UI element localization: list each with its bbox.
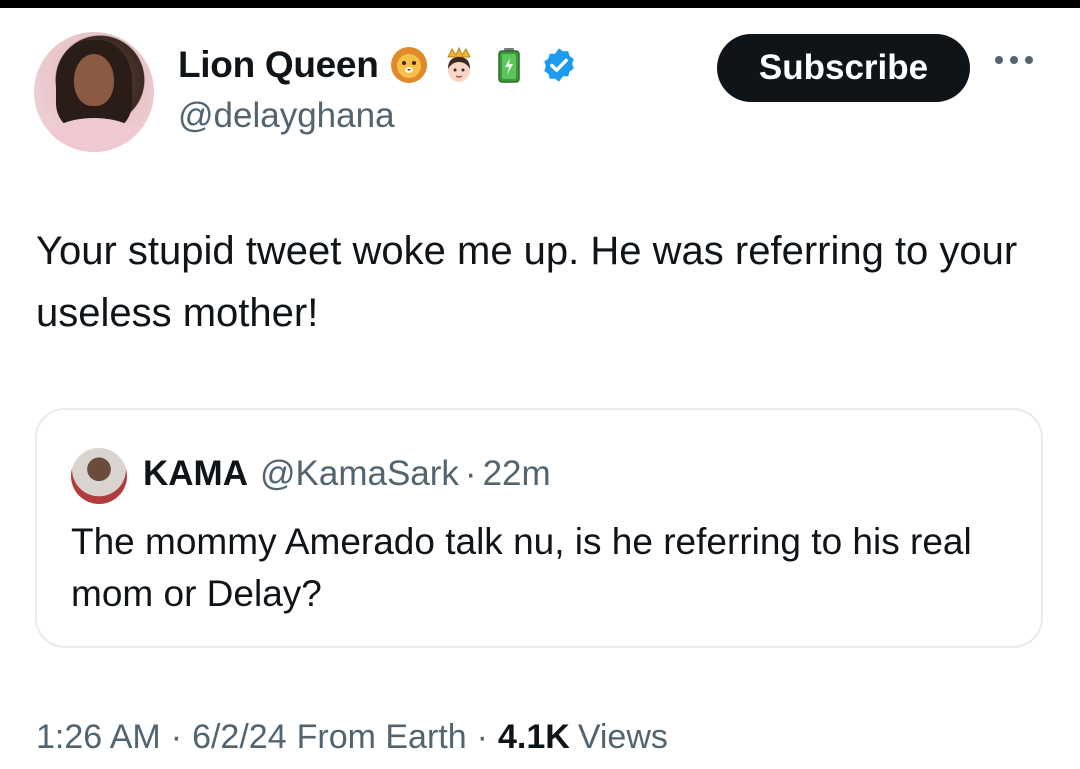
- quoted-timestamp[interactable]: 22m: [483, 454, 551, 494]
- battery-emoji: [489, 45, 529, 85]
- views-label: Views: [577, 718, 668, 756]
- more-horizontal-icon[interactable]: [995, 56, 1033, 64]
- author-name[interactable]: Lion Queen: [178, 44, 379, 86]
- avatar-shoulders: [44, 118, 144, 152]
- more-dot: [1025, 56, 1033, 64]
- quoted-tweet-text: The mommy Amerado talk nu, is he referri…: [71, 521, 972, 614]
- avatar-face: [74, 54, 114, 106]
- tweet-meta: 1:26 AM · 6/2/24 From Earth · 4.1K Views: [36, 718, 668, 757]
- quoted-separator: ·: [464, 454, 477, 493]
- princess-emoji: [439, 45, 479, 85]
- tweet-time[interactable]: 1:26 AM: [36, 718, 161, 757]
- subscribe-button[interactable]: Subscribe: [717, 34, 970, 102]
- author-avatar[interactable]: [34, 32, 154, 152]
- tweet-page: Lion Queen @delayghana Subscribe Your st…: [0, 0, 1080, 769]
- verified-badge-icon: [539, 45, 579, 85]
- lion-face-emoji: [389, 45, 429, 85]
- quoted-author-avatar[interactable]: [71, 448, 127, 504]
- quoted-tweet-card[interactable]: KAMA @KamaSark · 22m The mommy Amerado t…: [35, 408, 1043, 648]
- author-name-row: Lion Queen: [178, 44, 579, 86]
- views-count: 4.1K: [497, 718, 570, 756]
- meta-separator: ·: [476, 718, 488, 756]
- quoted-tweet-header: KAMA @KamaSark · 22m: [143, 454, 551, 494]
- more-dot: [995, 56, 1003, 64]
- meta-separator: ·: [170, 718, 183, 756]
- author-handle[interactable]: @delayghana: [178, 96, 395, 136]
- tweet-text: Your stupid tweet woke me up. He was ref…: [36, 229, 1018, 335]
- more-dot: [1010, 56, 1018, 64]
- tweet-date[interactable]: 6/2/24: [192, 718, 287, 757]
- quoted-author-name[interactable]: KAMA: [143, 454, 248, 494]
- tweet-location: From Earth: [296, 718, 467, 756]
- quoted-author-handle[interactable]: @KamaSark: [260, 454, 459, 494]
- top-bar: [0, 0, 1080, 8]
